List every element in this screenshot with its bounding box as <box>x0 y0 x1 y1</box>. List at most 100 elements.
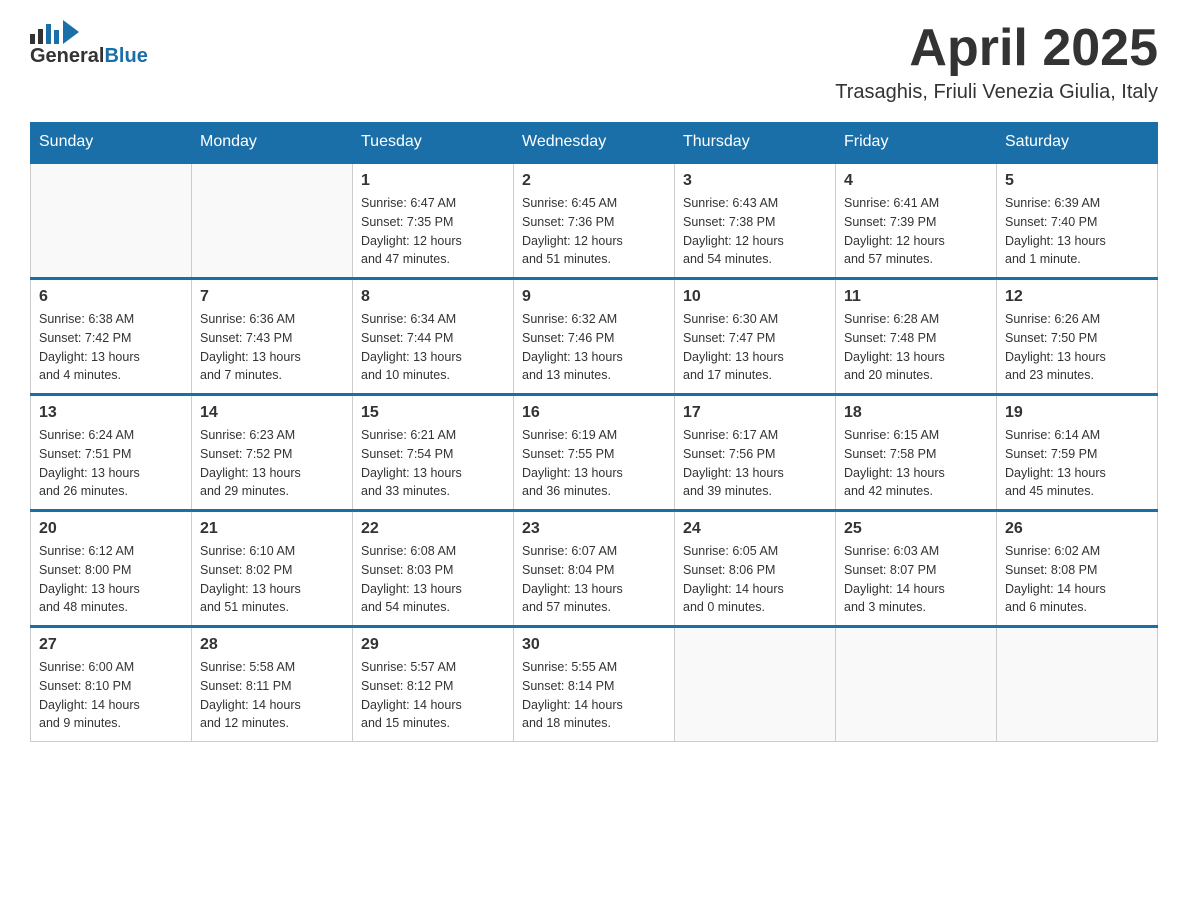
col-header-tuesday: Tuesday <box>353 123 514 163</box>
day-number: 23 <box>522 520 666 538</box>
day-number: 13 <box>39 404 183 422</box>
day-info: Sunrise: 6:43 AMSunset: 7:38 PMDaylight:… <box>683 194 827 269</box>
day-info: Sunrise: 6:47 AMSunset: 7:35 PMDaylight:… <box>361 194 505 269</box>
day-info: Sunrise: 6:19 AMSunset: 7:55 PMDaylight:… <box>522 426 666 501</box>
calendar-body: 1 Sunrise: 6:47 AMSunset: 7:35 PMDaylight… <box>31 163 1158 742</box>
day-info: Sunrise: 6:12 AMSunset: 8:00 PMDaylight:… <box>39 542 183 617</box>
calendar-cell: 3Sunrise: 6:43 AMSunset: 7:38 PMDaylight… <box>675 163 836 279</box>
col-header-friday: Friday <box>836 123 997 163</box>
calendar-cell: 18 Sunrise: 6:15 AMSunset: 7:58 PMDayligh… <box>836 395 997 511</box>
logo-triangle-icon <box>63 20 79 44</box>
calendar-cell: 17 Sunrise: 6:17 AMSunset: 7:56 PMDayligh… <box>675 395 836 511</box>
day-info: Sunrise: 6:36 AMSunset: 7:43 PMDaylight:… <box>200 310 344 385</box>
day-number: 9 <box>522 288 666 306</box>
day-info: Sunrise: 6:14 AMSunset: 7:59 PMDaylight:… <box>1005 426 1149 501</box>
calendar-cell: 7Sunrise: 6:36 AMSunset: 7:43 PMDaylight… <box>192 279 353 395</box>
day-number: 4 <box>844 172 988 190</box>
day-number: 5 <box>1005 172 1149 190</box>
day-info: Sunrise: 6:28 AMSunset: 7:48 PMDaylight:… <box>844 310 988 385</box>
calendar-week-5: 27Sunrise: 6:00 AMSunset: 8:10 PMDayligh… <box>31 627 1158 742</box>
calendar-cell: 21Sunrise: 6:10 AMSunset: 8:02 PMDayligh… <box>192 511 353 627</box>
day-info: Sunrise: 6:39 AMSunset: 7:40 PMDaylight:… <box>1005 194 1149 269</box>
col-header-wednesday: Wednesday <box>514 123 675 163</box>
month-title: April 2025 <box>835 20 1158 77</box>
day-number: 28 <box>200 636 344 654</box>
calendar-cell: 9 Sunrise: 6:32 AMSunset: 7:46 PMDaylight… <box>514 279 675 395</box>
calendar-cell: 28Sunrise: 5:58 AMSunset: 8:11 PMDayligh… <box>192 627 353 742</box>
calendar-header: SundayMondayTuesdayWednesdayThursdayFrid… <box>31 123 1158 163</box>
col-header-saturday: Saturday <box>997 123 1158 163</box>
calendar-cell <box>997 627 1158 742</box>
day-info: Sunrise: 6:03 AMSunset: 8:07 PMDaylight:… <box>844 542 988 617</box>
title-area: April 2025 Trasaghis, Friuli Venezia Giu… <box>835 20 1158 104</box>
day-number: 15 <box>361 404 505 422</box>
day-info: Sunrise: 6:00 AMSunset: 8:10 PMDaylight:… <box>39 658 183 733</box>
calendar-cell <box>836 627 997 742</box>
header-row: SundayMondayTuesdayWednesdayThursdayFrid… <box>31 123 1158 163</box>
calendar-cell: 15 Sunrise: 6:21 AMSunset: 7:54 PMDayligh… <box>353 395 514 511</box>
day-number: 22 <box>361 520 505 538</box>
day-info: Sunrise: 6:41 AMSunset: 7:39 PMDaylight:… <box>844 194 988 269</box>
location-subtitle: Trasaghis, Friuli Venezia Giulia, Italy <box>835 81 1158 104</box>
col-header-thursday: Thursday <box>675 123 836 163</box>
calendar-week-4: 20 Sunrise: 6:12 AMSunset: 8:00 PMDayligh… <box>31 511 1158 627</box>
day-info: Sunrise: 5:55 AMSunset: 8:14 PMDaylight:… <box>522 658 666 733</box>
day-number: 16 <box>522 404 666 422</box>
calendar-cell: 29 Sunrise: 5:57 AMSunset: 8:12 PMDayligh… <box>353 627 514 742</box>
day-info: Sunrise: 6:34 AMSunset: 7:44 PMDaylight:… <box>361 310 505 385</box>
day-info: Sunrise: 6:07 AMSunset: 8:04 PMDaylight:… <box>522 542 666 617</box>
calendar-cell <box>192 163 353 279</box>
day-number: 1 <box>361 172 505 190</box>
day-info: Sunrise: 6:26 AMSunset: 7:50 PMDaylight:… <box>1005 310 1149 385</box>
day-number: 26 <box>1005 520 1149 538</box>
day-info: Sunrise: 6:21 AMSunset: 7:54 PMDaylight:… <box>361 426 505 501</box>
day-info: Sunrise: 6:32 AMSunset: 7:46 PMDaylight:… <box>522 310 666 385</box>
day-number: 10 <box>683 288 827 306</box>
calendar-cell: 20 Sunrise: 6:12 AMSunset: 8:00 PMDayligh… <box>31 511 192 627</box>
calendar-cell: 26 Sunrise: 6:02 AMSunset: 8:08 PMDayligh… <box>997 511 1158 627</box>
calendar-cell: 25 Sunrise: 6:03 AMSunset: 8:07 PMDayligh… <box>836 511 997 627</box>
calendar-cell: 11 Sunrise: 6:28 AMSunset: 7:48 PMDayligh… <box>836 279 997 395</box>
calendar-cell: 22 Sunrise: 6:08 AMSunset: 8:03 PMDayligh… <box>353 511 514 627</box>
calendar-cell: 13 Sunrise: 6:24 AMSunset: 7:51 PMDayligh… <box>31 395 192 511</box>
calendar-cell: 10 Sunrise: 6:30 AMSunset: 7:47 PMDayligh… <box>675 279 836 395</box>
day-info: Sunrise: 6:30 AMSunset: 7:47 PMDaylight:… <box>683 310 827 385</box>
day-number: 20 <box>39 520 183 538</box>
day-number: 18 <box>844 404 988 422</box>
logo-bars <box>30 24 59 44</box>
calendar-cell: 14Sunrise: 6:23 AMSunset: 7:52 PMDayligh… <box>192 395 353 511</box>
day-info: Sunrise: 6:45 AMSunset: 7:36 PMDaylight:… <box>522 194 666 269</box>
day-number: 25 <box>844 520 988 538</box>
day-info: Sunrise: 6:24 AMSunset: 7:51 PMDaylight:… <box>39 426 183 501</box>
day-number: 14 <box>200 404 344 422</box>
calendar-table: SundayMondayTuesdayWednesdayThursdayFrid… <box>30 122 1158 742</box>
day-info: Sunrise: 6:17 AMSunset: 7:56 PMDaylight:… <box>683 426 827 501</box>
page-header: GeneralBlue April 2025 Trasaghis, Friuli… <box>30 20 1158 104</box>
day-number: 17 <box>683 404 827 422</box>
day-info: Sunrise: 6:15 AMSunset: 7:58 PMDaylight:… <box>844 426 988 501</box>
calendar-cell: 24 Sunrise: 6:05 AMSunset: 8:06 PMDayligh… <box>675 511 836 627</box>
logo: GeneralBlue <box>30 20 148 68</box>
logo-name: GeneralBlue <box>30 45 148 68</box>
calendar-cell: 27Sunrise: 6:00 AMSunset: 8:10 PMDayligh… <box>31 627 192 742</box>
calendar-cell: 8Sunrise: 6:34 AMSunset: 7:44 PMDaylight… <box>353 279 514 395</box>
col-header-monday: Monday <box>192 123 353 163</box>
calendar-cell: 19 Sunrise: 6:14 AMSunset: 7:59 PMDayligh… <box>997 395 1158 511</box>
col-header-sunday: Sunday <box>31 123 192 163</box>
calendar-week-1: 1 Sunrise: 6:47 AMSunset: 7:35 PMDaylight… <box>31 163 1158 279</box>
calendar-cell <box>31 163 192 279</box>
day-number: 6 <box>39 288 183 306</box>
day-info: Sunrise: 6:08 AMSunset: 8:03 PMDaylight:… <box>361 542 505 617</box>
calendar-cell: 6Sunrise: 6:38 AMSunset: 7:42 PMDaylight… <box>31 279 192 395</box>
calendar-cell: 23 Sunrise: 6:07 AMSunset: 8:04 PMDayligh… <box>514 511 675 627</box>
calendar-week-3: 13 Sunrise: 6:24 AMSunset: 7:51 PMDayligh… <box>31 395 1158 511</box>
day-info: Sunrise: 5:57 AMSunset: 8:12 PMDaylight:… <box>361 658 505 733</box>
day-number: 11 <box>844 288 988 306</box>
day-info: Sunrise: 6:05 AMSunset: 8:06 PMDaylight:… <box>683 542 827 617</box>
day-number: 24 <box>683 520 827 538</box>
day-number: 19 <box>1005 404 1149 422</box>
calendar-cell: 5 Sunrise: 6:39 AMSunset: 7:40 PMDaylight… <box>997 163 1158 279</box>
day-number: 29 <box>361 636 505 654</box>
day-info: Sunrise: 6:02 AMSunset: 8:08 PMDaylight:… <box>1005 542 1149 617</box>
logo-general-text: General <box>30 45 104 68</box>
